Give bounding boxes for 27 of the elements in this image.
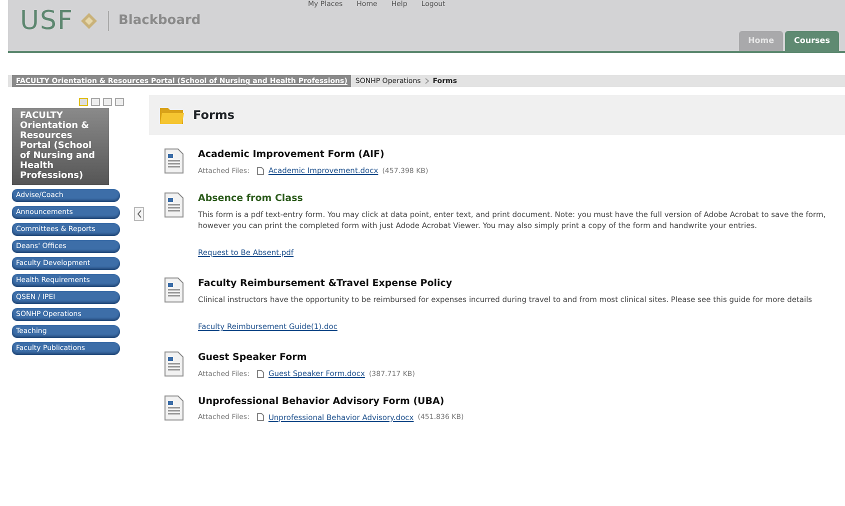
item-title: Guest Speaker Form xyxy=(198,351,308,365)
chevron-icon xyxy=(424,78,429,84)
product-name: Blackboard xyxy=(108,11,201,31)
page-title: Forms xyxy=(193,108,235,122)
view-option-icon[interactable] xyxy=(115,98,124,106)
collapse-button[interactable] xyxy=(134,207,144,221)
item-title: Unprofessional Behavior Advisory Form (UBA) xyxy=(198,394,446,408)
item-title: Absence from Class xyxy=(198,192,304,206)
item-title: Academic Improvement Form (AIF) xyxy=(198,148,386,162)
chevron-left-icon xyxy=(136,210,142,218)
file-icon xyxy=(257,413,264,422)
document-icon xyxy=(164,351,184,377)
document-icon xyxy=(164,394,184,420)
view-option-icon[interactable] xyxy=(91,98,100,106)
document-icon xyxy=(164,148,184,174)
logo-text: USF xyxy=(20,8,74,34)
view-option-icon[interactable] xyxy=(79,98,88,106)
file-icon xyxy=(257,370,264,378)
diamond-logo-icon xyxy=(80,12,98,30)
document-icon xyxy=(164,276,184,303)
course-title: FACULTY Orientation & Resources Portal (School of Nursing and Health Professions) xyxy=(12,108,109,185)
view-option-icon[interactable] xyxy=(103,98,112,106)
item-title: Faculty Reimbursement &Travel Expense Policy xyxy=(198,276,454,291)
tab[interactable]: Courses xyxy=(785,31,839,51)
folder-icon xyxy=(159,105,185,125)
document-icon xyxy=(164,192,184,218)
file-icon xyxy=(257,166,264,175)
